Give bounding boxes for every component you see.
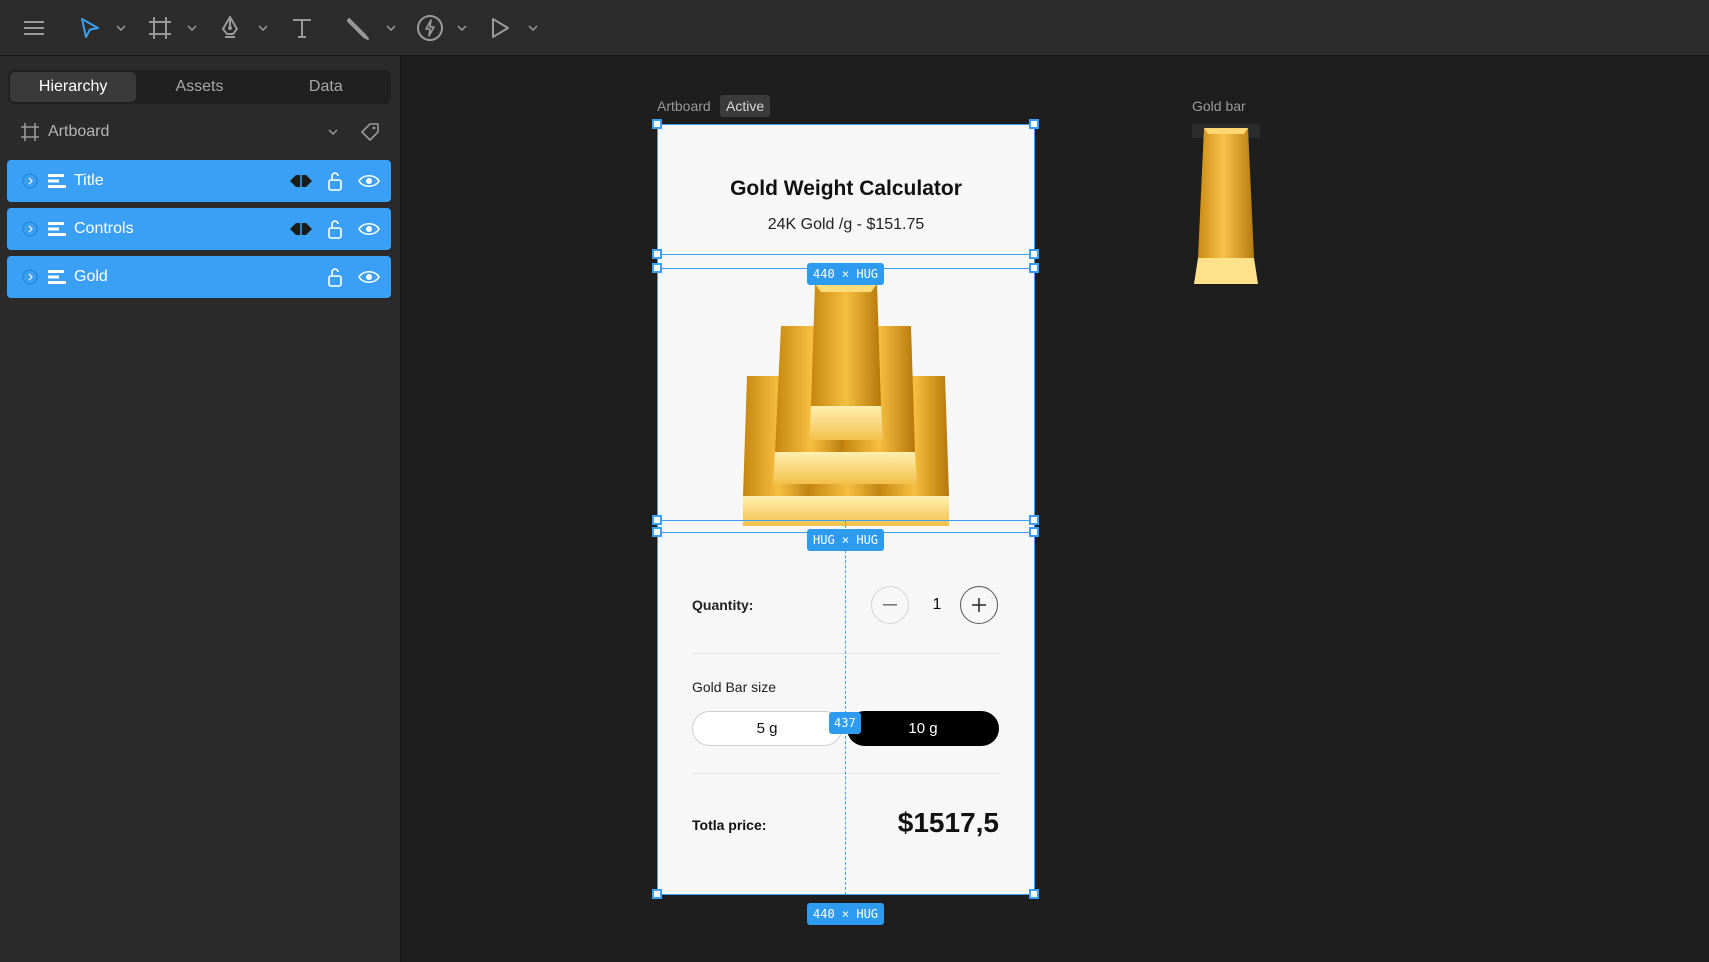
dimension-badge-gold: HUG × HUG — [807, 529, 885, 551]
layer-title[interactable]: Title — [7, 160, 391, 202]
chevron-down-icon[interactable] — [327, 128, 339, 136]
pen-tool-icon[interactable] — [216, 10, 244, 46]
resize-handle[interactable] — [652, 515, 662, 525]
size-option-5g[interactable]: 5 g — [692, 711, 842, 746]
stack-layout-icon — [48, 174, 66, 188]
text-tool-icon[interactable] — [288, 10, 316, 46]
resize-handle[interactable] — [1029, 119, 1039, 129]
layer-controls[interactable]: Controls — [7, 208, 391, 250]
tab-hierarchy[interactable]: Hierarchy — [10, 72, 137, 102]
selection-border — [657, 124, 658, 895]
artboard-name: Artboard — [48, 123, 110, 140]
resize-handle[interactable] — [652, 889, 662, 899]
lock-icon[interactable] — [323, 169, 347, 193]
decrease-quantity-button[interactable] — [871, 586, 909, 624]
stack-layout-icon — [48, 222, 66, 236]
pencil-tool-icon[interactable] — [344, 10, 372, 46]
eye-icon[interactable] — [357, 169, 381, 193]
frame-icon — [21, 123, 39, 141]
stack-layout-icon — [48, 270, 66, 284]
bar-size-label: Gold Bar size — [692, 679, 777, 695]
chevron-down-icon[interactable] — [186, 20, 198, 36]
section-border — [657, 254, 1035, 255]
total-price-label: Totla price: — [692, 817, 767, 833]
minus-icon — [883, 604, 897, 606]
divider — [692, 653, 1000, 654]
resize-handle[interactable] — [1029, 889, 1039, 899]
eye-icon[interactable] — [357, 265, 381, 289]
gold-bar-asset-label[interactable]: Gold bar — [1192, 98, 1246, 114]
resize-handle[interactable] — [652, 527, 662, 537]
play-icon[interactable] — [486, 10, 514, 46]
layer-gold[interactable]: Gold — [7, 256, 391, 298]
resize-handle[interactable] — [652, 249, 662, 259]
chevron-down-icon[interactable] — [257, 20, 269, 36]
increase-quantity-button[interactable] — [960, 586, 998, 624]
mask-icon[interactable] — [289, 217, 313, 241]
sidebar-tabs: Hierarchy Assets Data — [8, 70, 391, 104]
size-option-10g[interactable]: 10 g — [847, 711, 999, 746]
tag-icon[interactable] — [361, 123, 379, 141]
frame-tool-icon[interactable] — [146, 10, 174, 46]
page-title: Gold Weight Calculator — [730, 177, 962, 200]
toolbar — [0, 0, 1709, 56]
chevron-right-icon[interactable] — [22, 221, 38, 237]
mask-icon[interactable] — [289, 169, 313, 193]
quantity-value: 1 — [932, 596, 942, 613]
chevron-down-icon[interactable] — [456, 20, 468, 36]
resize-handle[interactable] — [1029, 527, 1039, 537]
artboard-active-badge: Active — [720, 95, 771, 117]
center-guide-line — [845, 520, 846, 895]
chevron-down-icon[interactable] — [385, 20, 397, 36]
gold-bar-asset[interactable] — [1192, 124, 1260, 286]
quantity-label: Quantity: — [692, 597, 754, 613]
layer-name: Gold — [74, 268, 108, 285]
selection-border — [657, 124, 1035, 125]
dimension-badge-controls: 440 × HUG — [807, 903, 885, 925]
artboard[interactable]: Gold Weight Calculator 24K Gold /g - $15… — [657, 124, 1035, 895]
selection-border — [1034, 124, 1035, 895]
selection-border — [657, 894, 1035, 895]
price-per-gram: 24K Gold /g - $151.75 — [767, 216, 925, 233]
artboard-label[interactable]: Artboard — [657, 98, 711, 114]
layer-name: Controls — [74, 220, 134, 237]
chevron-down-icon[interactable] — [115, 20, 127, 36]
dimension-badge-title: 440 × HUG — [807, 263, 885, 285]
divider — [692, 773, 1000, 774]
eye-icon[interactable] — [357, 217, 381, 241]
lock-icon[interactable] — [323, 265, 347, 289]
gold-bars-image — [741, 276, 951, 526]
menu-icon[interactable] — [18, 10, 50, 46]
resize-handle[interactable] — [1029, 249, 1039, 259]
chevron-down-icon[interactable] — [527, 20, 539, 36]
chevron-right-icon[interactable] — [22, 269, 38, 285]
resize-handle[interactable] — [1029, 515, 1039, 525]
layer-name: Title — [74, 172, 104, 189]
measurement-badge: 437 — [829, 712, 861, 734]
chevron-right-icon[interactable] — [22, 173, 38, 189]
plus-icon — [972, 598, 986, 612]
artboard-selector[interactable]: Artboard — [8, 114, 391, 150]
resize-handle[interactable] — [652, 263, 662, 273]
interaction-tool-icon[interactable] — [414, 10, 446, 46]
total-price-value: $1517,5 — [897, 807, 999, 838]
tab-data[interactable]: Data — [263, 72, 389, 102]
select-tool-icon[interactable] — [76, 10, 104, 46]
section-border — [657, 520, 1035, 521]
resize-handle[interactable] — [652, 119, 662, 129]
design-canvas[interactable] — [404, 57, 1709, 962]
resize-handle[interactable] — [1029, 263, 1039, 273]
lock-icon[interactable] — [323, 217, 347, 241]
layers-sidebar: Hierarchy Assets Data Artboard Title Con… — [0, 56, 402, 962]
tab-assets[interactable]: Assets — [136, 72, 262, 102]
